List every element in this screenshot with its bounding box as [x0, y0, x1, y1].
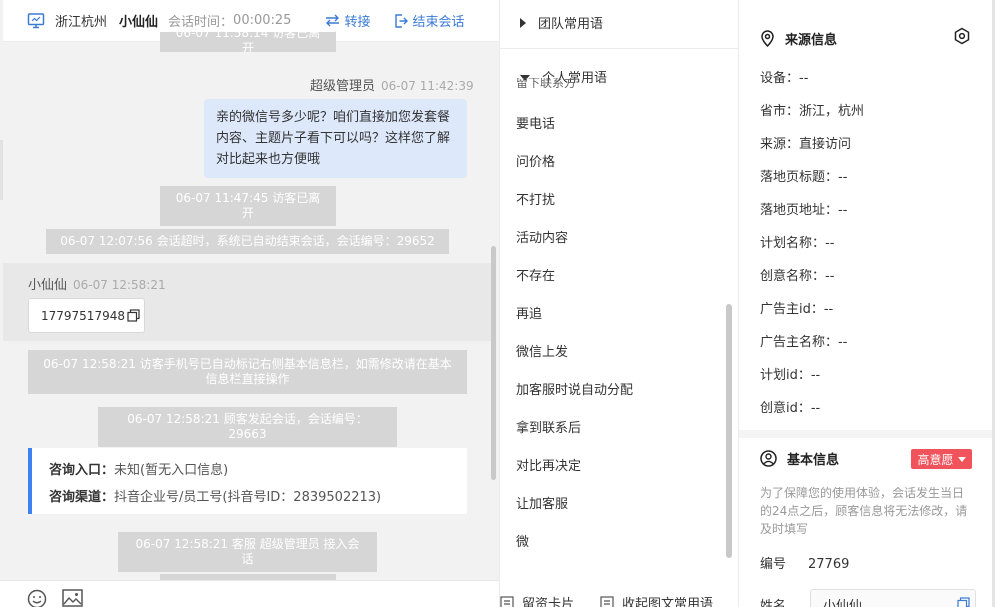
document-icon — [600, 595, 614, 607]
phrase-item[interactable]: 加客服时说自动分配 — [516, 379, 633, 398]
transfer-icon — [326, 14, 340, 27]
system-message: 06-07 12:07:56 会话超时，系统已自动结束会话，会话编号：29652 — [46, 229, 449, 254]
visitor-sender: 小仙仙 06-07 12:58:21 — [28, 274, 166, 293]
section-title: 来源信息 — [785, 33, 838, 48]
source-field-advertiser-name: 广告主名称：-- — [760, 335, 848, 350]
end-session-label: 结束会话 — [412, 15, 465, 30]
channel-value: 抖音企业号/员工号(抖音号ID：2839502213) — [114, 490, 382, 505]
intent-level-label: 高意愿 — [917, 452, 954, 467]
phone-number: 17797517948 — [41, 308, 125, 323]
lead-card-button[interactable]: 留资卡片 — [500, 593, 574, 607]
system-message: 06-07 11:58:14 访客已离开 — [160, 32, 336, 52]
system-message: 06-07 12:58:21 访客手机号已自动标记右侧基本信息栏，如需修改请在基… — [28, 350, 467, 394]
sender-name: 超级管理员 — [310, 79, 376, 94]
message-time: 06-07 11:42:39 — [381, 79, 474, 93]
source-field-creative-name: 创意名称：-- — [760, 269, 835, 284]
source-field-landing-url: 落地页地址：-- — [760, 203, 848, 218]
phrase-item[interactable]: 微信上发 — [516, 341, 568, 360]
message-time: 06-07 12:58:21 — [73, 278, 166, 292]
phrase-item[interactable]: 留下联系方式 — [516, 78, 586, 88]
session-time-label: 会话时间： — [168, 15, 234, 30]
chat-scrollbar[interactable] — [491, 246, 496, 480]
phrases-footer: 留资卡片 收起图文常用语 — [500, 588, 738, 607]
lead-card-label: 留资卡片 — [522, 597, 575, 607]
id-value: 27769 — [808, 557, 850, 572]
source-field-source: 来源：直接访问 — [760, 137, 852, 152]
visitor-location: 浙江杭州 — [55, 15, 108, 30]
location-pin-icon — [761, 30, 774, 47]
customer-id-row: 编号 27769 — [760, 553, 849, 572]
phrase-item[interactable]: 活动内容 — [516, 227, 568, 246]
caret-down-icon — [957, 456, 966, 462]
channel-label: 咨询渠道： — [49, 490, 115, 505]
transfer-button[interactable]: 转接 — [325, 11, 370, 30]
phrase-item[interactable]: 让加客服 — [516, 493, 568, 512]
phrase-item[interactable]: 不存在 — [516, 265, 555, 284]
source-info-header: 来源信息 — [760, 29, 837, 48]
monitor-icon — [27, 12, 45, 30]
source-field-creative-id: 创意id：-- — [760, 401, 821, 416]
sender-name: 小仙仙 — [28, 278, 68, 293]
phrase-item[interactable]: 拿到联系后 — [516, 417, 581, 436]
system-message: 06-07 12:58:21 客服 超级管理员 接入会话 — [118, 532, 377, 572]
exit-icon — [395, 13, 409, 28]
group-label: 团队常用语 — [538, 17, 604, 32]
image-icon[interactable] — [62, 589, 83, 607]
entry-value: 未知(暂无入口信息) — [114, 463, 229, 478]
phrase-item[interactable]: 微 — [516, 531, 529, 550]
chat-input-toolbar — [0, 580, 499, 607]
phrase-item[interactable]: 问价格 — [516, 151, 555, 170]
edit-notice: 为了保障您的使用体验，会话发生当日的24点之后，顾客信息将无法修改，请及时填写 — [760, 486, 968, 536]
source-field-advertiser-id: 广告主id：-- — [760, 302, 834, 317]
team-phrases-group[interactable]: 团队常用语 — [520, 13, 603, 32]
divider — [500, 48, 738, 49]
intent-level-dropdown[interactable]: 高意愿 — [911, 449, 972, 469]
collapse-phrases-button[interactable]: 收起图文常用语 — [600, 593, 713, 607]
phrase-item[interactable]: 对比再决定 — [516, 455, 581, 474]
card-icon — [500, 595, 514, 607]
chat-panel: 浙江杭州 小仙仙 会话时间： 00:00:25 转接 结束会话 06-07 11… — [0, 0, 499, 607]
settings-icon[interactable] — [953, 27, 971, 45]
quick-phrases-panel: 团队常用语 个人常用语 留下联系方式 要电话 问价格 不打扰 活动内容 不存在 … — [499, 0, 739, 607]
panel-edge — [0, 140, 3, 200]
visitor-nickname: 小仙仙 — [119, 15, 159, 30]
id-label: 编号 — [760, 557, 787, 572]
emoji-icon[interactable] — [27, 589, 47, 607]
phrase-item[interactable]: 要电话 — [516, 113, 555, 132]
visitor-info-panel: 来源信息 设备：-- 省市：浙江，杭州 来源：直接访问 落地页标题：-- 落地页… — [739, 0, 995, 607]
copy-icon[interactable] — [127, 309, 140, 322]
name-input[interactable]: 小仙仙 — [810, 589, 976, 607]
consult-channel: 咨询渠道：抖音企业号/员工号(抖音号ID：2839502213) — [49, 484, 467, 511]
session-time: 00:00:25 — [233, 13, 292, 28]
source-field-landing-title: 落地页标题：-- — [760, 170, 848, 185]
source-field-plan-id: 计划id：-- — [760, 368, 821, 383]
phrases-scrollbar[interactable] — [726, 304, 732, 558]
phrase-item[interactable]: 再追 — [516, 303, 542, 322]
consult-info-card: 咨询入口：未知(暂无入口信息) 咨询渠道：抖音企业号/员工号(抖音号ID：283… — [28, 448, 467, 514]
name-label: 姓名 — [760, 599, 787, 607]
agent-sender: 超级管理员 06-07 11:42:39 — [310, 75, 474, 94]
caret-right-icon — [520, 17, 526, 28]
visitor-phone-message[interactable]: 17797517948 — [28, 298, 145, 333]
source-field-device: 设备：-- — [760, 71, 809, 86]
section-title: 基本信息 — [787, 453, 840, 468]
transfer-label: 转接 — [344, 15, 371, 30]
agent-message-bubble: 亲的微信号多少呢？咱们直接加您发套餐内容、主题片子看下可以吗？这样您了解对比起来… — [204, 99, 467, 178]
system-message: 06-07 12:58:21 顾客发起会话，会话编号：29663 — [98, 407, 397, 447]
consult-entry: 咨询入口：未知(暂无入口信息) — [49, 457, 467, 484]
basic-info-header: 基本信息 — [760, 449, 839, 468]
user-circle-icon — [760, 450, 777, 467]
collapse-phrases-label: 收起图文常用语 — [622, 597, 714, 607]
copy-icon[interactable] — [957, 597, 970, 607]
system-message: 06-07 11:47:45 访客已离开 — [160, 186, 336, 226]
source-field-region: 省市：浙江，杭州 — [760, 104, 865, 119]
entry-label: 咨询入口： — [49, 463, 115, 478]
section-divider — [739, 430, 995, 438]
phrase-item[interactable]: 不打扰 — [516, 189, 555, 208]
end-session-button[interactable]: 结束会话 — [394, 11, 464, 30]
source-field-plan-name: 计划名称：-- — [760, 236, 835, 251]
